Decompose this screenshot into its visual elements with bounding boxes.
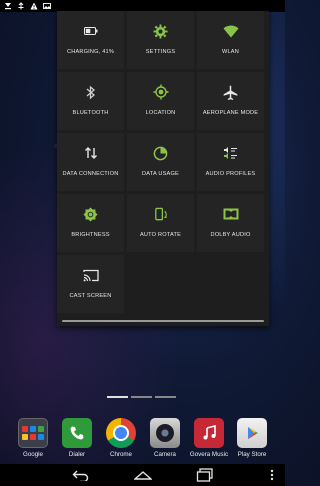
cast-screen-icon [82, 266, 100, 284]
tile-data-connection[interactable]: DATA CONNECTION [57, 133, 124, 191]
phone-icon [62, 418, 92, 448]
tile-label: LOCATION [145, 110, 176, 116]
download-icon [5, 3, 11, 10]
tile-label: AUDIO PROFILES [205, 171, 256, 177]
audio-profiles-icon [222, 144, 240, 162]
quick-settings-panel: CHARGING, 41% SETTINGS WLAN BLUETOOTH LO… [57, 11, 269, 326]
recents-button[interactable] [195, 467, 215, 483]
app-label: Google [23, 451, 43, 458]
data-usage-icon [152, 144, 170, 162]
music-icon [194, 418, 224, 448]
auto-rotate-icon [152, 205, 170, 223]
gear-icon [152, 22, 170, 40]
more-vert-icon [270, 469, 274, 481]
image-icon [43, 3, 51, 9]
tile-label: CHARGING, 41% [66, 49, 115, 55]
app-label: Dialer [68, 451, 86, 458]
dolby-icon [222, 205, 240, 223]
tile-label: DATA USAGE [142, 171, 179, 177]
app-dialer[interactable]: Dialer [55, 418, 99, 458]
location-icon [152, 83, 170, 101]
app-govera-music[interactable]: Govera Music [187, 418, 231, 458]
overflow-menu-button[interactable] [265, 467, 279, 483]
tile-dolby-audio[interactable]: DOLBY AUDIO [197, 194, 264, 252]
wifi-icon [222, 22, 240, 40]
camera-icon [150, 418, 180, 448]
tile-label: DATA CONNECTION [62, 171, 119, 177]
tile-battery[interactable]: CHARGING, 41% [57, 11, 124, 69]
tile-label: DOLBY AUDIO [210, 232, 251, 238]
tile-brightness[interactable]: BRIGHTNESS [57, 194, 124, 252]
battery-charging-icon [82, 22, 100, 40]
tile-label: CAST SCREEN [69, 293, 112, 299]
page-indicator [107, 396, 176, 398]
warning-icon [30, 2, 38, 10]
tile-bluetooth[interactable]: BLUETOOTH [57, 72, 124, 130]
recents-icon [196, 468, 213, 482]
chrome-icon [106, 418, 136, 448]
app-chrome[interactable]: Chrome [99, 418, 143, 458]
tile-settings[interactable]: SETTINGS [127, 11, 194, 69]
app-play-store[interactable]: Play Store [230, 418, 274, 458]
tile-cast-screen[interactable]: CAST SCREEN [57, 255, 124, 313]
page-dot [107, 396, 128, 398]
page-dot [155, 396, 176, 398]
tile-label: SETTINGS [145, 49, 176, 55]
data-connection-icon [82, 144, 100, 162]
tile-aeroplane-mode[interactable]: AEROPLANE MODE [197, 72, 264, 130]
home-icon [134, 471, 152, 480]
tile-audio-profiles[interactable]: AUDIO PROFILES [197, 133, 264, 191]
tile-wlan[interactable]: WLAN [197, 11, 264, 69]
airplane-icon [222, 83, 240, 101]
app-camera[interactable]: Camera [143, 418, 187, 458]
navigation-bar [0, 464, 285, 486]
app-label: Govera Music [189, 451, 229, 458]
tile-auto-rotate[interactable]: AUTO ROTATE [127, 194, 194, 252]
tile-label: WLAN [222, 49, 239, 55]
back-icon [72, 470, 89, 481]
tile-label: BLUETOOTH [72, 110, 109, 116]
bluetooth-icon [82, 83, 100, 101]
tile-data-usage[interactable]: DATA USAGE [127, 133, 194, 191]
tile-label: AUTO ROTATE [139, 232, 182, 238]
usb-icon [18, 2, 24, 10]
back-button[interactable] [71, 467, 91, 483]
page-dot [131, 396, 152, 398]
app-label: Play Store [237, 451, 267, 458]
home-button[interactable] [133, 467, 153, 483]
play-store-icon [237, 418, 267, 448]
app-label: Chrome [109, 451, 132, 458]
app-google[interactable]: Google [11, 418, 55, 458]
app-dock: Google Dialer Chrome Camera Govera Music… [0, 418, 285, 462]
tile-location[interactable]: LOCATION [127, 72, 194, 130]
app-label: Camera [153, 451, 176, 458]
tile-label: AEROPLANE MODE [202, 110, 259, 116]
brightness-icon [82, 205, 100, 223]
panel-drag-handle[interactable] [62, 320, 264, 322]
google-folder-icon [18, 418, 48, 448]
tile-label: BRIGHTNESS [71, 232, 110, 238]
